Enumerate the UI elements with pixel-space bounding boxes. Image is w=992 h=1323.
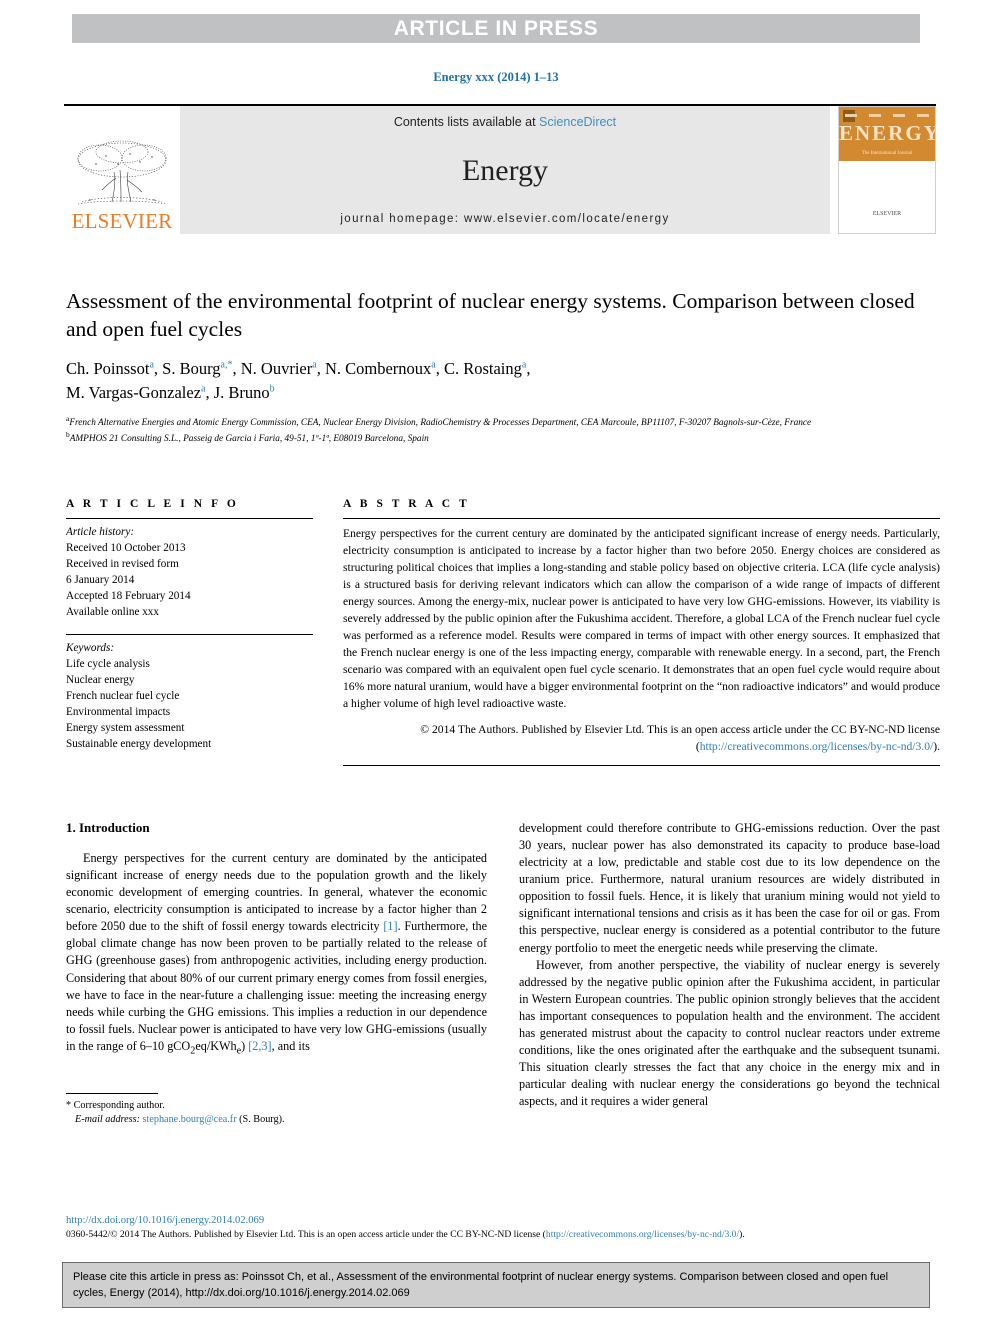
journal-homepage-link[interactable]: journal homepage: www.elsevier.com/locat… <box>340 213 669 225</box>
journal-cover-thumbnail: ENERGY The International Journal ELSEVIE… <box>838 106 936 234</box>
author-affiliation-mark[interactable]: b <box>270 383 275 394</box>
footer-block: http://dx.doi.org/10.1016/j.energy.2014.… <box>66 1215 940 1241</box>
abstract-heading: A B S T R A C T <box>343 498 470 510</box>
paragraph: However, from another perspective, the v… <box>519 957 940 1109</box>
issn-suffix: ). <box>739 1229 745 1240</box>
history-item: 6 January 2014 <box>66 574 135 587</box>
keywords-block: Keywords: Life cycle analysis Nuclear en… <box>66 629 313 752</box>
keyword-item: French nuclear fuel cycle <box>66 690 180 703</box>
body-column-left: 1. Introduction Energy perspectives for … <box>66 820 487 1128</box>
author-name: N. Ouvrier <box>240 359 313 379</box>
history-item: Accepted 18 February 2014 <box>66 590 191 603</box>
citation-box: Please cite this article in press as: Po… <box>62 1262 930 1308</box>
article-in-press-label: ARTICLE IN PRESS <box>393 16 599 40</box>
issn-copyright-line: 0360-5442/© 2014 The Authors. Published … <box>66 1228 940 1241</box>
info-abstract-section: A R T I C L E I N F O Article history: R… <box>66 498 940 766</box>
article-info-heading: A R T I C L E I N F O <box>66 498 239 510</box>
history-item: Available online xxx <box>66 606 159 619</box>
affiliation-text: AMPHOS 21 Consulting S.L., Passeig de Ga… <box>69 434 429 445</box>
cover-subtitle: The International Journal <box>861 151 913 156</box>
abstract-copyright: © 2014 The Authors. Published by Elsevie… <box>343 715 940 756</box>
footnote-separator <box>66 1092 158 1094</box>
article-history-block: Article history: Received 10 October 201… <box>66 519 313 620</box>
contents-lists-prefix: Contents lists available at <box>393 115 540 129</box>
keyword-item: Nuclear energy <box>66 674 135 687</box>
article-in-press-banner: ARTICLE IN PRESS <box>72 14 920 43</box>
elsevier-tree-icon <box>77 140 167 205</box>
author-name: N. Combernoux <box>324 359 432 379</box>
issn-prefix: 0360-5442/© 2014 The Authors. Published … <box>66 1229 546 1240</box>
elsevier-wordmark: ELSEVIER <box>71 209 173 233</box>
affiliation-entry: bAMPHOS 21 Consulting S.L., Passeig de G… <box>66 430 938 446</box>
email-line: E-mail address: stephane.bourg@cea.fr (S… <box>66 1113 487 1128</box>
author-affiliation-mark[interactable]: a <box>149 360 153 371</box>
affiliation-text: French Alternative Energies and Atomic E… <box>69 417 812 428</box>
author-affiliation-mark[interactable]: a <box>201 383 205 394</box>
reference-link-1[interactable]: [1] <box>383 919 397 933</box>
cc-license-link[interactable]: http://creativecommons.org/licenses/by-n… <box>700 740 934 753</box>
paragraph-text: . Furthermore, the global climate change… <box>66 919 487 1053</box>
author-affiliation-mark[interactable]: a,* <box>221 360 233 371</box>
body-columns: 1. Introduction Energy perspectives for … <box>66 820 940 1128</box>
formula-subscript: e <box>236 1045 242 1057</box>
doi-link[interactable]: http://dx.doi.org/10.1016/j.energy.2014.… <box>66 1215 940 1226</box>
abstract-text: Energy perspectives for the current cent… <box>343 527 940 710</box>
history-item: Received 10 October 2013 <box>66 542 186 555</box>
keyword-item: Environmental impacts <box>66 706 171 719</box>
abstract-bottom-rule <box>343 764 940 766</box>
article-info-column: A R T I C L E I N F O Article history: R… <box>66 498 313 766</box>
paragraph-text: , and its <box>271 1038 310 1053</box>
author-affiliation-mark[interactable]: a <box>312 360 316 371</box>
reference-link-2-3[interactable]: [2,3] <box>248 1039 271 1053</box>
title-block: Assessment of the environmental footprin… <box>66 288 938 446</box>
section-heading-introduction: 1. Introduction <box>66 820 150 835</box>
cover-journal-title: ENERGY <box>839 121 936 145</box>
journal-title: Energy <box>461 154 549 187</box>
cover-publisher-logo: ELSEVIER <box>872 211 902 217</box>
affiliation-entry: aFrench Alternative Energies and Atomic … <box>66 414 938 430</box>
email-link[interactable]: stephane.bourg@cea.fr <box>143 1114 237 1125</box>
author-name: C. Rostaing <box>443 359 522 379</box>
author-list: Ch. Poinssota, S. Bourga,*, N. Ouvriera,… <box>66 359 531 402</box>
paragraph-text: eq/KWh <box>195 1038 237 1053</box>
contents-lists-line: Contents lists available at ScienceDirec… <box>394 115 616 129</box>
author-name: Ch. Poinssot <box>66 359 150 379</box>
cover-tick-marks <box>845 114 929 118</box>
elsevier-logo: ELSEVIER <box>64 106 180 234</box>
cover-top-band: ENERGY The International Journal <box>839 107 935 161</box>
citation-text: Please cite this article in press as: Po… <box>73 1271 889 1299</box>
author-name: S. Bourg <box>162 359 221 379</box>
keyword-item: Sustainable energy development <box>66 738 212 751</box>
keyword-item: Life cycle analysis <box>66 658 150 671</box>
journal-masthead: ELSEVIER Contents lists available at Sci… <box>64 104 936 234</box>
keyword-item: Energy system assessment <box>66 722 185 735</box>
corresponding-author-footnote: * Corresponding author. E-mail address: … <box>66 1099 487 1129</box>
paragraph: development could therefore contribute t… <box>519 821 940 955</box>
cc-license-link-footer[interactable]: http://creativecommons.org/licenses/by-n… <box>546 1229 739 1240</box>
paragraph: Energy perspectives for the current cent… <box>66 851 487 1057</box>
affiliation-list: aFrench Alternative Energies and Atomic … <box>66 414 938 447</box>
article-history-label: Article history: <box>66 526 135 538</box>
body-column-right: development could therefore contribute t… <box>519 820 940 1128</box>
history-item: Received in revised form <box>66 558 179 571</box>
author-name: J. Bruno <box>213 382 270 402</box>
email-label: E-mail address: <box>75 1114 140 1126</box>
journal-band: Contents lists available at ScienceDirec… <box>180 106 830 234</box>
running-head: Energy xxx (2014) 1–13 <box>433 70 559 84</box>
copyright-suffix: ). <box>933 739 940 753</box>
corresponding-author-note: * Corresponding author. <box>66 1099 165 1111</box>
email-owner: (S. Bourg). <box>239 1114 285 1126</box>
author-affiliation-mark[interactable]: a <box>522 360 526 371</box>
author-affiliation-mark[interactable]: a <box>431 360 435 371</box>
author-name: M. Vargas-Gonzalez <box>66 382 202 402</box>
sciencedirect-link[interactable]: ScienceDirect <box>539 115 616 129</box>
abstract-column: A B S T R A C T Energy perspectives for … <box>343 498 940 766</box>
page-title: Assessment of the environmental footprin… <box>66 289 915 341</box>
keywords-label: Keywords: <box>66 642 115 655</box>
